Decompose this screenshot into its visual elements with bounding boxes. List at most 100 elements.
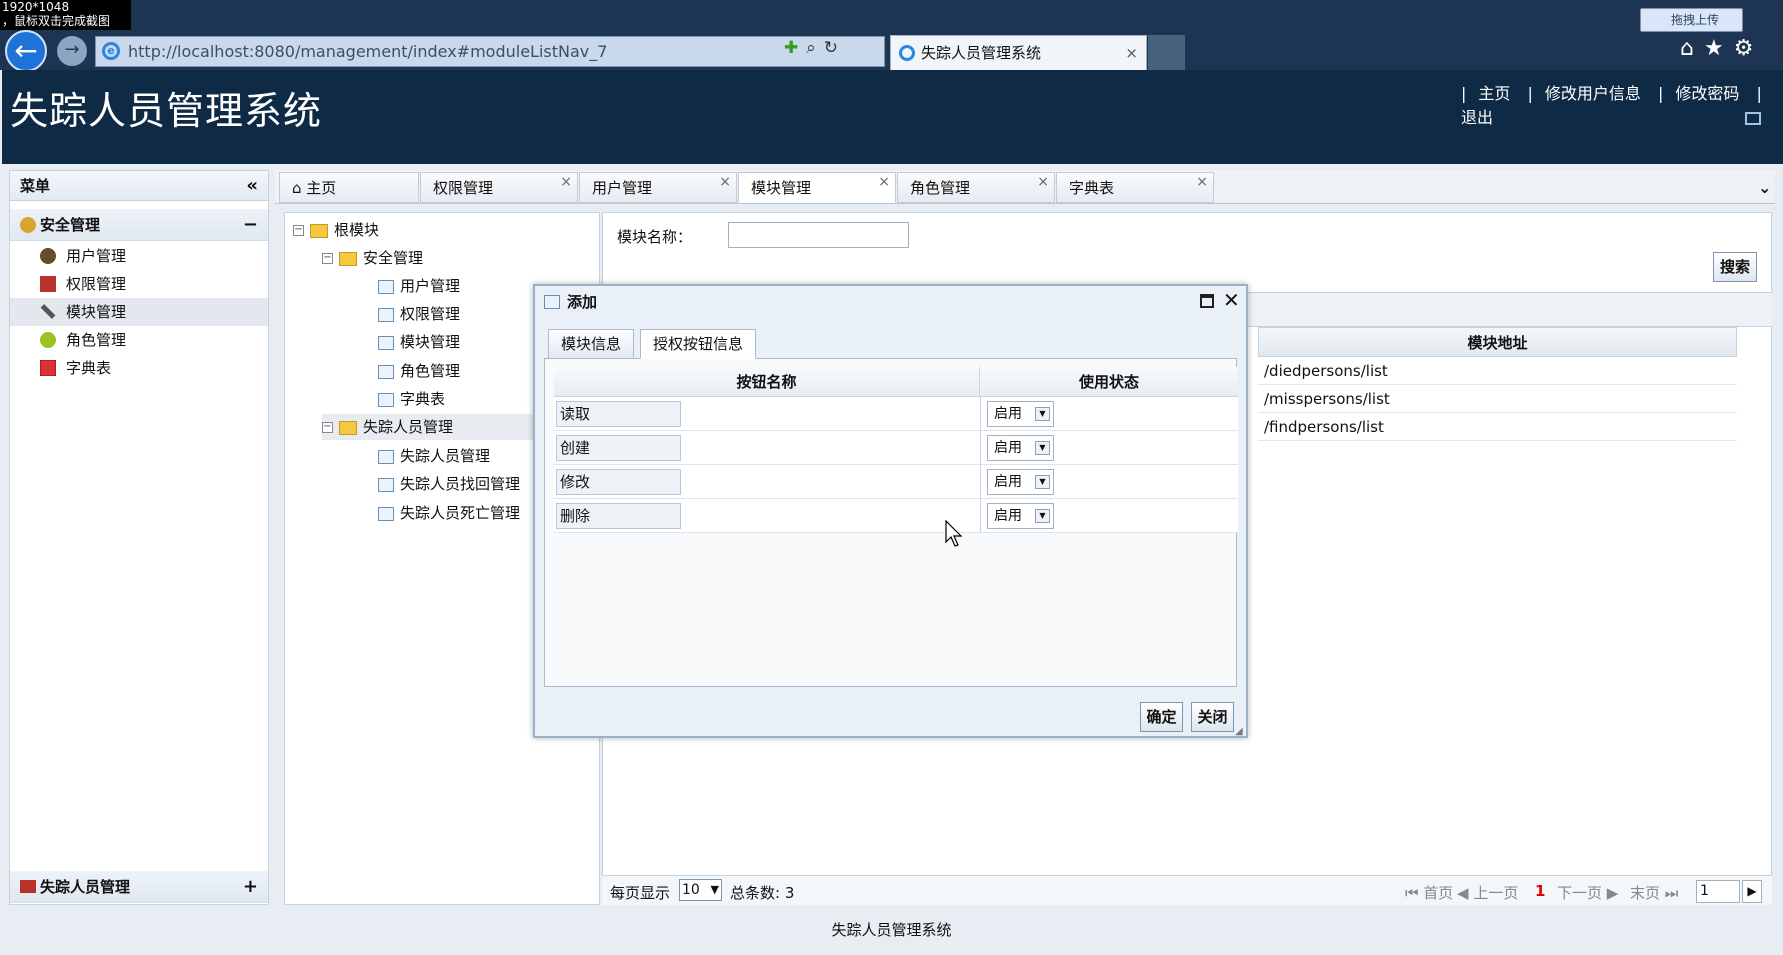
- url-text: http://localhost:8080/management/index#m…: [128, 42, 608, 61]
- resize-handle[interactable]: ◢: [1235, 726, 1243, 737]
- page-input[interactable]: 1: [1696, 880, 1740, 903]
- gear-icon[interactable]: ⚙: [1734, 36, 1764, 61]
- refresh-icon[interactable]: ↻: [824, 38, 846, 58]
- go-icon[interactable]: ▶: [1742, 880, 1762, 903]
- status-select[interactable]: 启用 ▼: [987, 503, 1054, 529]
- link-change-password[interactable]: 修改密码: [1675, 84, 1739, 103]
- browser-tab[interactable]: 失踪人员管理系统 ×: [890, 35, 1147, 71]
- tab-module-info[interactable]: 模块信息: [548, 329, 635, 359]
- link-logout[interactable]: 退出: [1461, 108, 1493, 127]
- tree-leaf[interactable]: 失踪人员找回管理: [378, 471, 520, 497]
- tab-permissions[interactable]: 权限管理 ×: [420, 172, 578, 203]
- link-edit-user[interactable]: 修改用户信息: [1545, 84, 1641, 103]
- status-select[interactable]: 启用 ▼: [987, 401, 1054, 427]
- search-button[interactable]: 搜索: [1713, 252, 1757, 282]
- home-icon[interactable]: ⌂: [1680, 36, 1704, 61]
- column-header-name[interactable]: 按钮名称: [554, 367, 980, 397]
- maximize-icon[interactable]: [1200, 294, 1214, 308]
- star-icon[interactable]: ★: [1704, 36, 1734, 61]
- table-row[interactable]: /findpersons/list: [1258, 413, 1737, 441]
- button-name-input[interactable]: 删除: [556, 503, 681, 529]
- sidebar-item-dictionary[interactable]: 字典表: [10, 354, 268, 382]
- button-name-input[interactable]: 读取: [556, 401, 681, 427]
- button-name-input[interactable]: 创建: [556, 435, 681, 461]
- new-tab-button[interactable]: [1148, 35, 1185, 71]
- table-row[interactable]: /diedpersons/list: [1258, 357, 1737, 385]
- close-tab-icon[interactable]: ×: [1125, 36, 1138, 70]
- collapse-icon[interactable]: −: [322, 253, 333, 264]
- address-bar[interactable]: e http://localhost:8080/management/index…: [95, 36, 885, 67]
- status-select[interactable]: 启用 ▼: [987, 469, 1054, 495]
- per-page-select[interactable]: 10 ▼: [679, 879, 722, 901]
- capture-size: 1920*1048: [2, 0, 70, 14]
- folder-icon: [339, 251, 357, 266]
- tab-label: 角色管理: [910, 179, 971, 197]
- ok-button[interactable]: 确定: [1140, 702, 1183, 732]
- sidebar-item-users[interactable]: 用户管理: [10, 242, 268, 270]
- tab-dictionary[interactable]: 字典表 ×: [1056, 172, 1214, 203]
- sidebar-item-permissions[interactable]: 权限管理: [10, 270, 268, 298]
- prev-page[interactable]: ◀ 上一页: [1457, 882, 1518, 903]
- tree-leaf[interactable]: 权限管理: [378, 301, 460, 327]
- key-icon: [20, 217, 36, 233]
- tree-leaf[interactable]: 模块管理: [378, 329, 460, 355]
- tree-node-root[interactable]: − 根模块: [293, 217, 379, 243]
- chevron-down-icon: ▼: [710, 883, 719, 896]
- tree-leaf[interactable]: 字典表: [378, 386, 445, 412]
- last-page[interactable]: 末页 ⏭: [1630, 882, 1678, 903]
- chevron-down-icon[interactable]: ⌄: [1758, 178, 1771, 197]
- column-header-status[interactable]: 使用状态: [980, 367, 1238, 397]
- search-icon[interactable]: ⌕: [806, 38, 824, 58]
- table-row: 删除 启用 ▼: [554, 499, 1238, 533]
- tree-leaf[interactable]: 用户管理: [378, 273, 460, 299]
- search-input[interactable]: [728, 222, 909, 248]
- close-icon[interactable]: ×: [560, 167, 572, 197]
- tree-leaf[interactable]: 失踪人员死亡管理: [378, 500, 520, 526]
- tree-leaf[interactable]: 失踪人员管理: [378, 443, 490, 469]
- sidebar-item-label: 字典表: [66, 359, 112, 377]
- plus-icon[interactable]: +: [243, 871, 258, 903]
- divider: [980, 397, 981, 431]
- first-page[interactable]: ⏮ 首页: [1405, 882, 1453, 903]
- minus-icon[interactable]: −: [243, 209, 258, 241]
- collapse-left-icon[interactable]: «: [246, 171, 258, 201]
- table-row[interactable]: /misspersons/list: [1258, 385, 1737, 413]
- tab-button-auth[interactable]: 授权按钮信息: [640, 329, 757, 359]
- tab-roles[interactable]: 角色管理 ×: [897, 172, 1055, 203]
- close-button[interactable]: 关闭: [1191, 702, 1234, 732]
- button-name-input[interactable]: 修改: [556, 469, 681, 495]
- tab-label: 字典表: [1069, 179, 1115, 197]
- upload-button[interactable]: 拖拽上传: [1640, 8, 1743, 32]
- close-icon[interactable]: ×: [1037, 167, 1049, 197]
- add-dialog: 添加 ✕ 模块信息 授权按钮信息 按钮名称 使用状态 读取 启用 ▼ 创建 启用 ▼…: [533, 284, 1248, 738]
- back-icon[interactable]: ←: [5, 30, 47, 72]
- tree-label: 失踪人员管理: [400, 447, 491, 465]
- menu-group-security[interactable]: 安全管理 −: [10, 209, 268, 241]
- column-header-url[interactable]: 模块地址: [1258, 327, 1737, 357]
- close-icon[interactable]: ×: [719, 167, 731, 197]
- forward-icon[interactable]: →: [57, 36, 87, 66]
- tree-label: 字典表: [400, 390, 446, 408]
- tree-leaf[interactable]: 角色管理: [378, 358, 460, 384]
- compat-icon[interactable]: ✚: [784, 38, 806, 58]
- tree-node-security[interactable]: − 安全管理: [322, 245, 423, 271]
- fullscreen-icon[interactable]: [1745, 112, 1761, 125]
- status-select[interactable]: 启用 ▼: [987, 435, 1054, 461]
- dialog-title: 添加: [567, 293, 598, 311]
- close-icon[interactable]: ✕: [1223, 288, 1240, 312]
- sidebar-item-modules[interactable]: 模块管理: [10, 298, 268, 326]
- collapse-icon[interactable]: −: [293, 225, 304, 236]
- chevron-down-icon: ▼: [1035, 509, 1050, 523]
- tree-label: 角色管理: [400, 362, 461, 380]
- menu-group-missing[interactable]: 失踪人员管理 +: [10, 871, 268, 903]
- sidebar-item-roles[interactable]: 角色管理: [10, 326, 268, 354]
- collapse-icon[interactable]: −: [322, 422, 333, 433]
- tab-users[interactable]: 用户管理 ×: [579, 172, 737, 203]
- close-icon[interactable]: ×: [1196, 167, 1208, 197]
- browser-tab-title: 失踪人员管理系统: [921, 44, 1042, 62]
- close-icon[interactable]: ×: [878, 167, 890, 197]
- next-page[interactable]: 下一页 ▶: [1557, 882, 1618, 903]
- link-home[interactable]: 主页: [1478, 84, 1510, 103]
- tab-home[interactable]: ⌂ 主页: [279, 172, 419, 203]
- tab-modules[interactable]: 模块管理 ×: [738, 172, 896, 203]
